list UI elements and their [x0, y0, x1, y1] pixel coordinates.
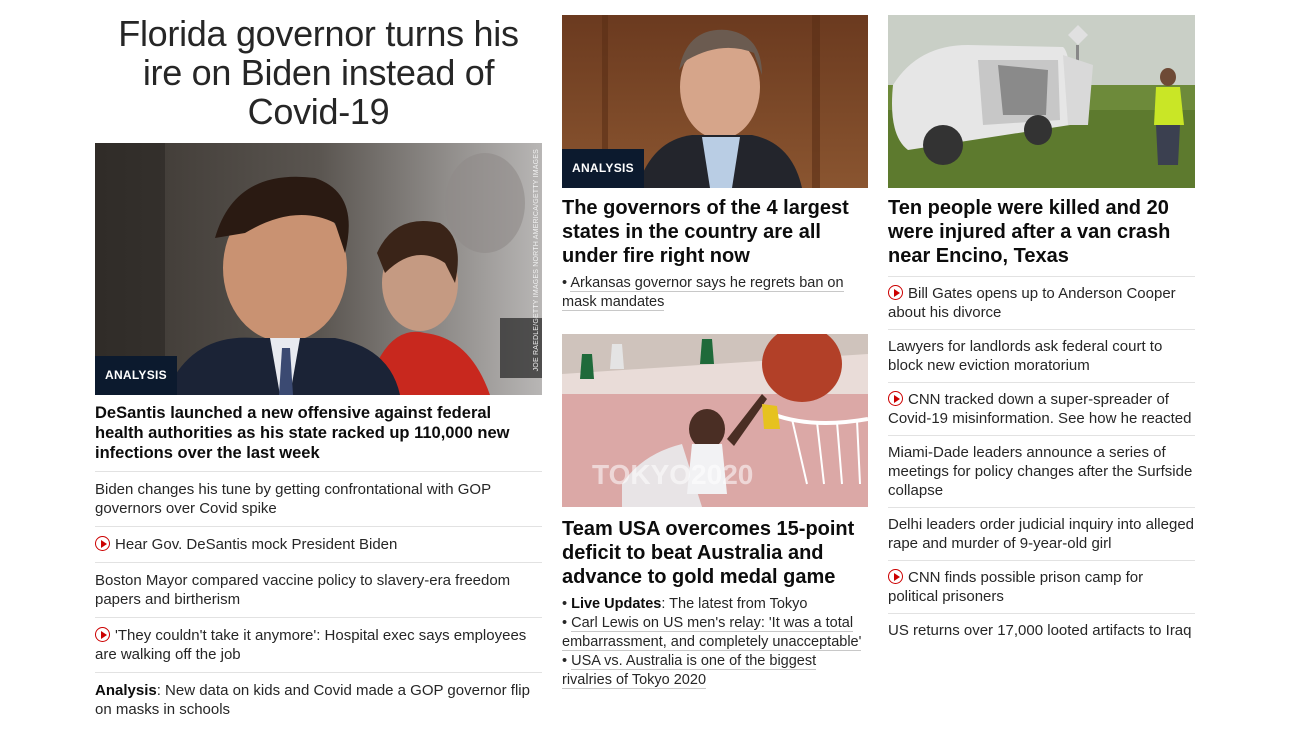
middle-column: ANALYSIS The governors of the 4 largest …	[562, 0, 868, 690]
link-text: 'They couldn't take it anymore': Hospita…	[95, 627, 527, 663]
list-item[interactable]: Biden changes his tune by getting confro…	[95, 471, 542, 526]
analysis-badge: ANALYSIS	[562, 149, 644, 188]
lead-related-list: Biden changes his tune by getting confro…	[95, 471, 542, 727]
list-item[interactable]: Boston Mayor compared vaccine policy to …	[95, 562, 542, 617]
lead-story-image[interactable]: Joe Raedle/Getty Images North America/Ge…	[95, 143, 542, 395]
list-item[interactable]: Analysis: New data on kids and Covid mad…	[95, 672, 542, 727]
sublink[interactable]: Arkansas governor says he regrets ban on…	[562, 275, 844, 311]
governors-story-image[interactable]: ANALYSIS	[562, 15, 868, 188]
sublink-item[interactable]: • USA vs. Australia is one of the bigges…	[562, 652, 868, 690]
live-updates-label[interactable]: Live Updates	[571, 596, 661, 612]
list-item[interactable]: Delhi leaders order judicial inquiry int…	[888, 507, 1195, 560]
link-text: Lawyers for landlords ask federal court …	[888, 338, 1163, 374]
court-lettering: TOKYO2020	[592, 459, 753, 490]
basketball-sublinks: • Live Updates: The latest from Tokyo • …	[562, 595, 868, 690]
sublink-item[interactable]: • Carl Lewis on US men's relay: 'It was …	[562, 614, 868, 652]
analysis-badge: ANALYSIS	[95, 356, 177, 395]
link-text: US returns over 17,000 looted artifacts …	[888, 622, 1192, 639]
sublink[interactable]: USA vs. Australia is one of the biggest …	[562, 653, 817, 689]
right-column: Ten people were killed and 20 were injur…	[888, 0, 1195, 647]
basketball-story-title[interactable]: Team USA overcomes 15-point deficit to b…	[562, 517, 868, 589]
sublink-item[interactable]: • Arkansas governor says he regrets ban …	[562, 274, 868, 312]
basketball-photo: TOKYO2020	[562, 334, 868, 507]
link-text: CNN finds possible prison camp for polit…	[888, 569, 1144, 605]
list-item[interactable]: Lawyers for landlords ask federal court …	[888, 329, 1195, 382]
link-text: Delhi leaders order judicial inquiry int…	[888, 516, 1195, 552]
link-text: Hear Gov. DeSantis mock President Biden	[115, 536, 398, 553]
link-text: Boston Mayor compared vaccine policy to …	[95, 572, 511, 608]
basketball-story-image[interactable]: TOKYO2020	[562, 334, 868, 507]
van-crash-photo	[888, 15, 1195, 188]
list-item[interactable]: CNN tracked down a super-spreader of Cov…	[888, 382, 1195, 435]
sublink[interactable]: : The latest from Tokyo	[661, 596, 807, 612]
link-text: : New data on kids and Covid made a GOP …	[95, 682, 530, 718]
video-play-icon	[95, 627, 110, 642]
lead-story-title[interactable]: DeSantis launched a new offensive agains…	[95, 403, 542, 471]
lead-headline[interactable]: Florida governor turns his ire on Biden …	[95, 14, 542, 131]
link-text: Bill Gates opens up to Anderson Cooper a…	[888, 285, 1176, 321]
van-crash-title[interactable]: Ten people were killed and 20 were injur…	[888, 196, 1195, 268]
list-item[interactable]: CNN finds possible prison camp for polit…	[888, 560, 1195, 613]
governors-sublinks: • Arkansas governor says he regrets ban …	[562, 274, 868, 312]
list-item[interactable]: Hear Gov. DeSantis mock President Biden	[95, 526, 542, 562]
list-item[interactable]: Bill Gates opens up to Anderson Cooper a…	[888, 276, 1195, 329]
video-play-icon	[888, 285, 903, 300]
sublink-item[interactable]: • Live Updates: The latest from Tokyo	[562, 595, 868, 614]
video-play-icon	[888, 391, 903, 406]
link-text: Biden changes his tune by getting confro…	[95, 481, 491, 517]
video-play-icon	[95, 536, 110, 551]
analysis-label: Analysis	[95, 682, 157, 699]
lead-story-column: Florida governor turns his ire on Biden …	[95, 0, 542, 727]
right-headlines-list: Bill Gates opens up to Anderson Cooper a…	[888, 276, 1195, 647]
governors-story-title[interactable]: The governors of the 4 largest states in…	[562, 196, 868, 268]
list-item[interactable]: Miami-Dade leaders announce a series of …	[888, 435, 1195, 507]
video-play-icon	[888, 569, 903, 584]
van-crash-image[interactable]	[888, 15, 1195, 188]
image-credit: Joe Raedle/Getty Images North America/Ge…	[533, 149, 540, 372]
link-text: CNN tracked down a super-spreader of Cov…	[888, 391, 1192, 427]
sublink[interactable]: Carl Lewis on US men's relay: 'It was a …	[562, 615, 862, 651]
list-item[interactable]: US returns over 17,000 looted artifacts …	[888, 613, 1195, 647]
link-text: Miami-Dade leaders announce a series of …	[888, 444, 1193, 499]
list-item[interactable]: 'They couldn't take it anymore': Hospita…	[95, 617, 542, 672]
